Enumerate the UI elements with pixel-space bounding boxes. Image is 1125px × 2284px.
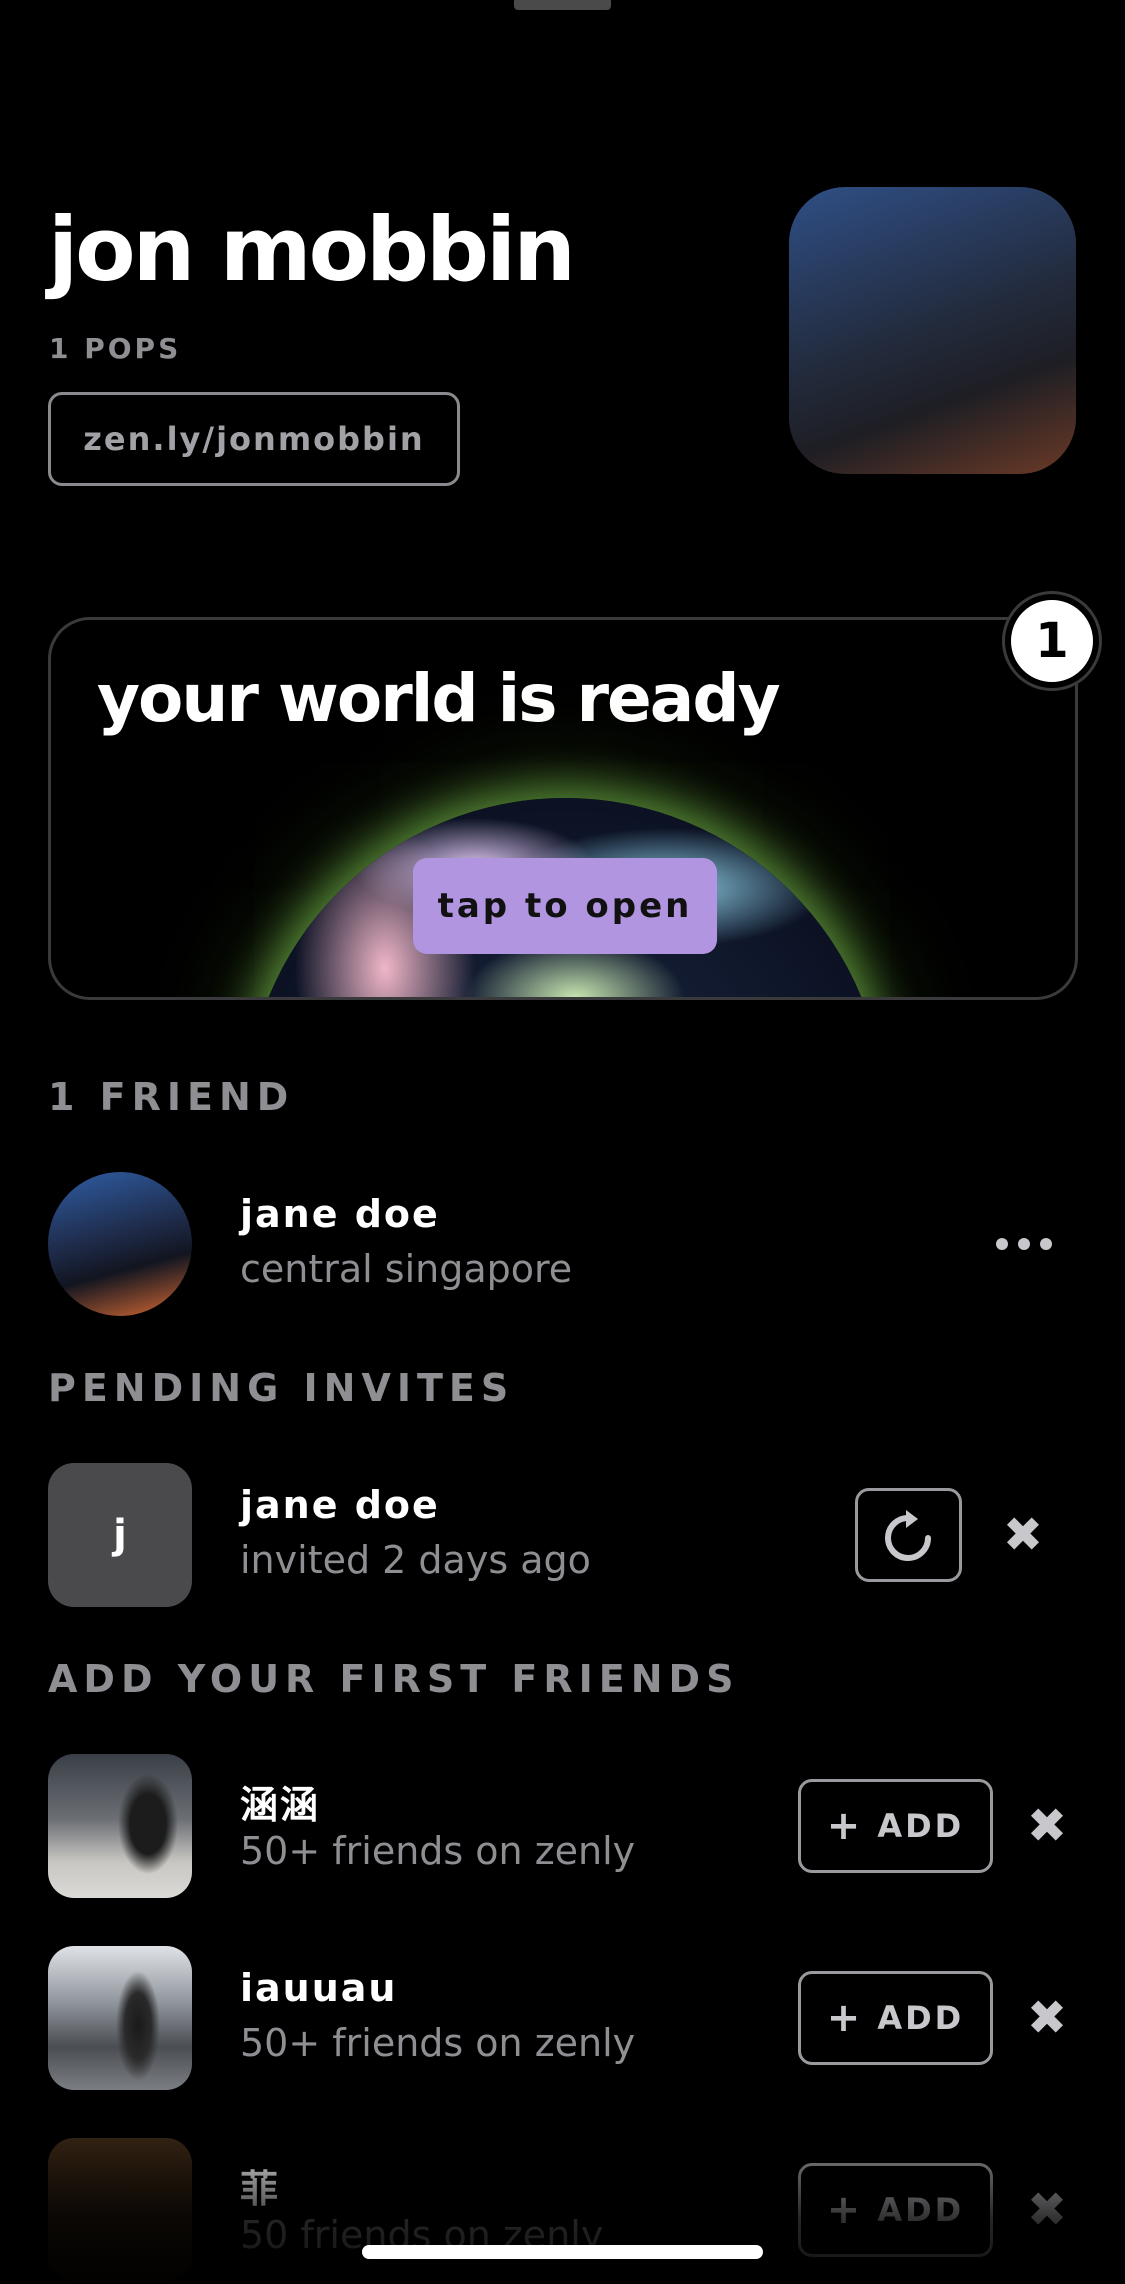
friends-section-header: 1 FRIEND xyxy=(48,1075,295,1119)
profile-link-button[interactable]: zen.ly/jonmobbin xyxy=(48,392,460,486)
pops-count: 1 POPS xyxy=(49,332,182,365)
suggestion-name[interactable]: iauuau xyxy=(240,1966,397,2010)
suggestion-mutuals: 50+ friends on zenly xyxy=(240,2021,636,2065)
add-friend-button[interactable]: + ADD xyxy=(798,2163,993,2257)
tap-to-open-button[interactable]: tap to open xyxy=(413,858,717,954)
suggestion-avatar[interactable] xyxy=(48,1946,192,2090)
dismiss-suggestion-button[interactable]: ✖ xyxy=(1023,1802,1071,1850)
world-card-title: your world is ready xyxy=(97,660,781,737)
close-icon: ✖ xyxy=(1002,1507,1044,1563)
profile-avatar[interactable] xyxy=(789,187,1076,474)
suggestion-avatar[interactable] xyxy=(48,2138,192,2282)
pending-section-header: PENDING INVITES xyxy=(48,1366,515,1410)
plus-icon: + xyxy=(826,1803,864,1849)
add-label: ADD xyxy=(877,1807,965,1845)
suggestion-mutuals: 50+ friends on zenly xyxy=(240,1829,636,1873)
profile-name: jon mobbin xyxy=(48,198,576,301)
plus-icon: + xyxy=(826,2187,864,2233)
close-icon: ✖ xyxy=(1026,1798,1068,1854)
resend-invite-button[interactable] xyxy=(855,1488,962,1582)
friend-name[interactable]: jane doe xyxy=(240,1192,440,1236)
dismiss-suggestion-button[interactable]: ✖ xyxy=(1023,2186,1071,2234)
invite-status: invited 2 days ago xyxy=(240,1538,591,1582)
suggestion-avatar[interactable] xyxy=(48,1754,192,1898)
friend-avatar[interactable] xyxy=(48,1172,192,1316)
friend-location: central singapore xyxy=(240,1247,573,1291)
sheet-grabber[interactable] xyxy=(514,0,611,10)
ellipsis-icon[interactable] xyxy=(996,1229,1052,1259)
close-icon: ✖ xyxy=(1026,1990,1068,2046)
home-indicator[interactable] xyxy=(362,2245,763,2259)
close-icon: ✖ xyxy=(1026,2182,1068,2238)
suggestions-section-header: ADD YOUR FIRST FRIENDS xyxy=(48,1657,740,1701)
add-friend-button[interactable]: + ADD xyxy=(798,1971,993,2065)
plus-icon: + xyxy=(826,1995,864,2041)
cancel-invite-button[interactable]: ✖ xyxy=(999,1511,1047,1559)
suggestion-name[interactable]: 涵涵 xyxy=(240,1774,320,1829)
suggestion-name[interactable]: 菲 xyxy=(240,2158,280,2213)
add-friend-button[interactable]: + ADD xyxy=(798,1779,993,1873)
dismiss-suggestion-button[interactable]: ✖ xyxy=(1023,1994,1071,2042)
invite-name: jane doe xyxy=(240,1483,440,1527)
invite-avatar: j xyxy=(48,1463,192,1607)
add-label: ADD xyxy=(877,2191,965,2229)
add-label: ADD xyxy=(877,1999,965,2037)
notification-badge: 1 xyxy=(1005,594,1099,688)
refresh-icon xyxy=(884,1510,931,1561)
world-card[interactable]: your world is ready tap to open xyxy=(48,617,1078,1000)
